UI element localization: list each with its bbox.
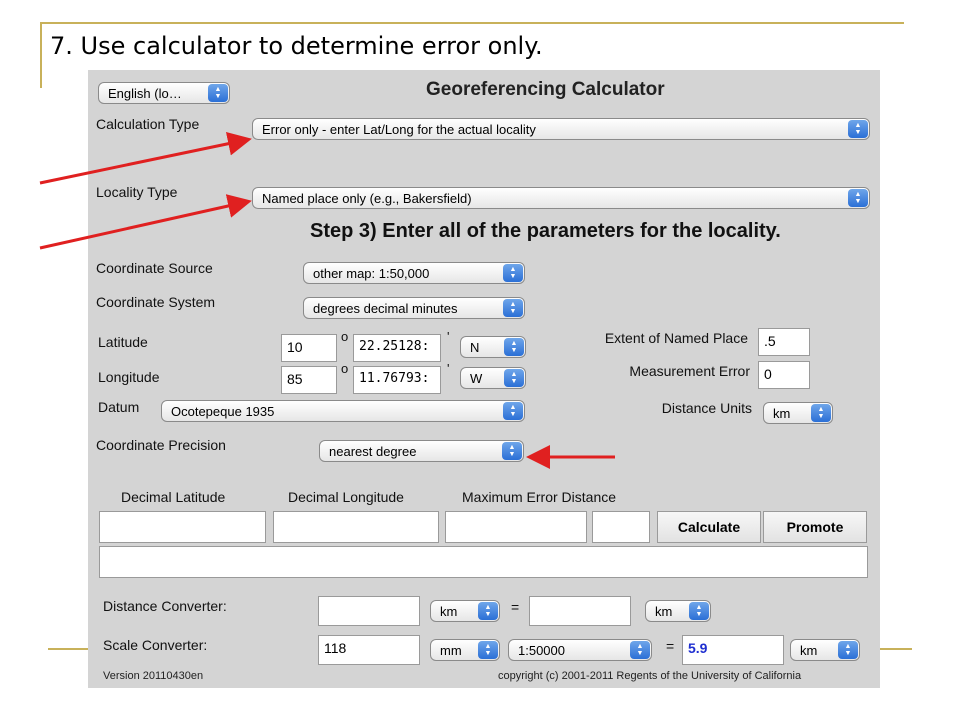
annotation-arrow-locality-type [39, 194, 252, 250]
annotation-arrow-calculation-type [39, 131, 252, 185]
annotation-arrows-overlay [39, 131, 615, 469]
